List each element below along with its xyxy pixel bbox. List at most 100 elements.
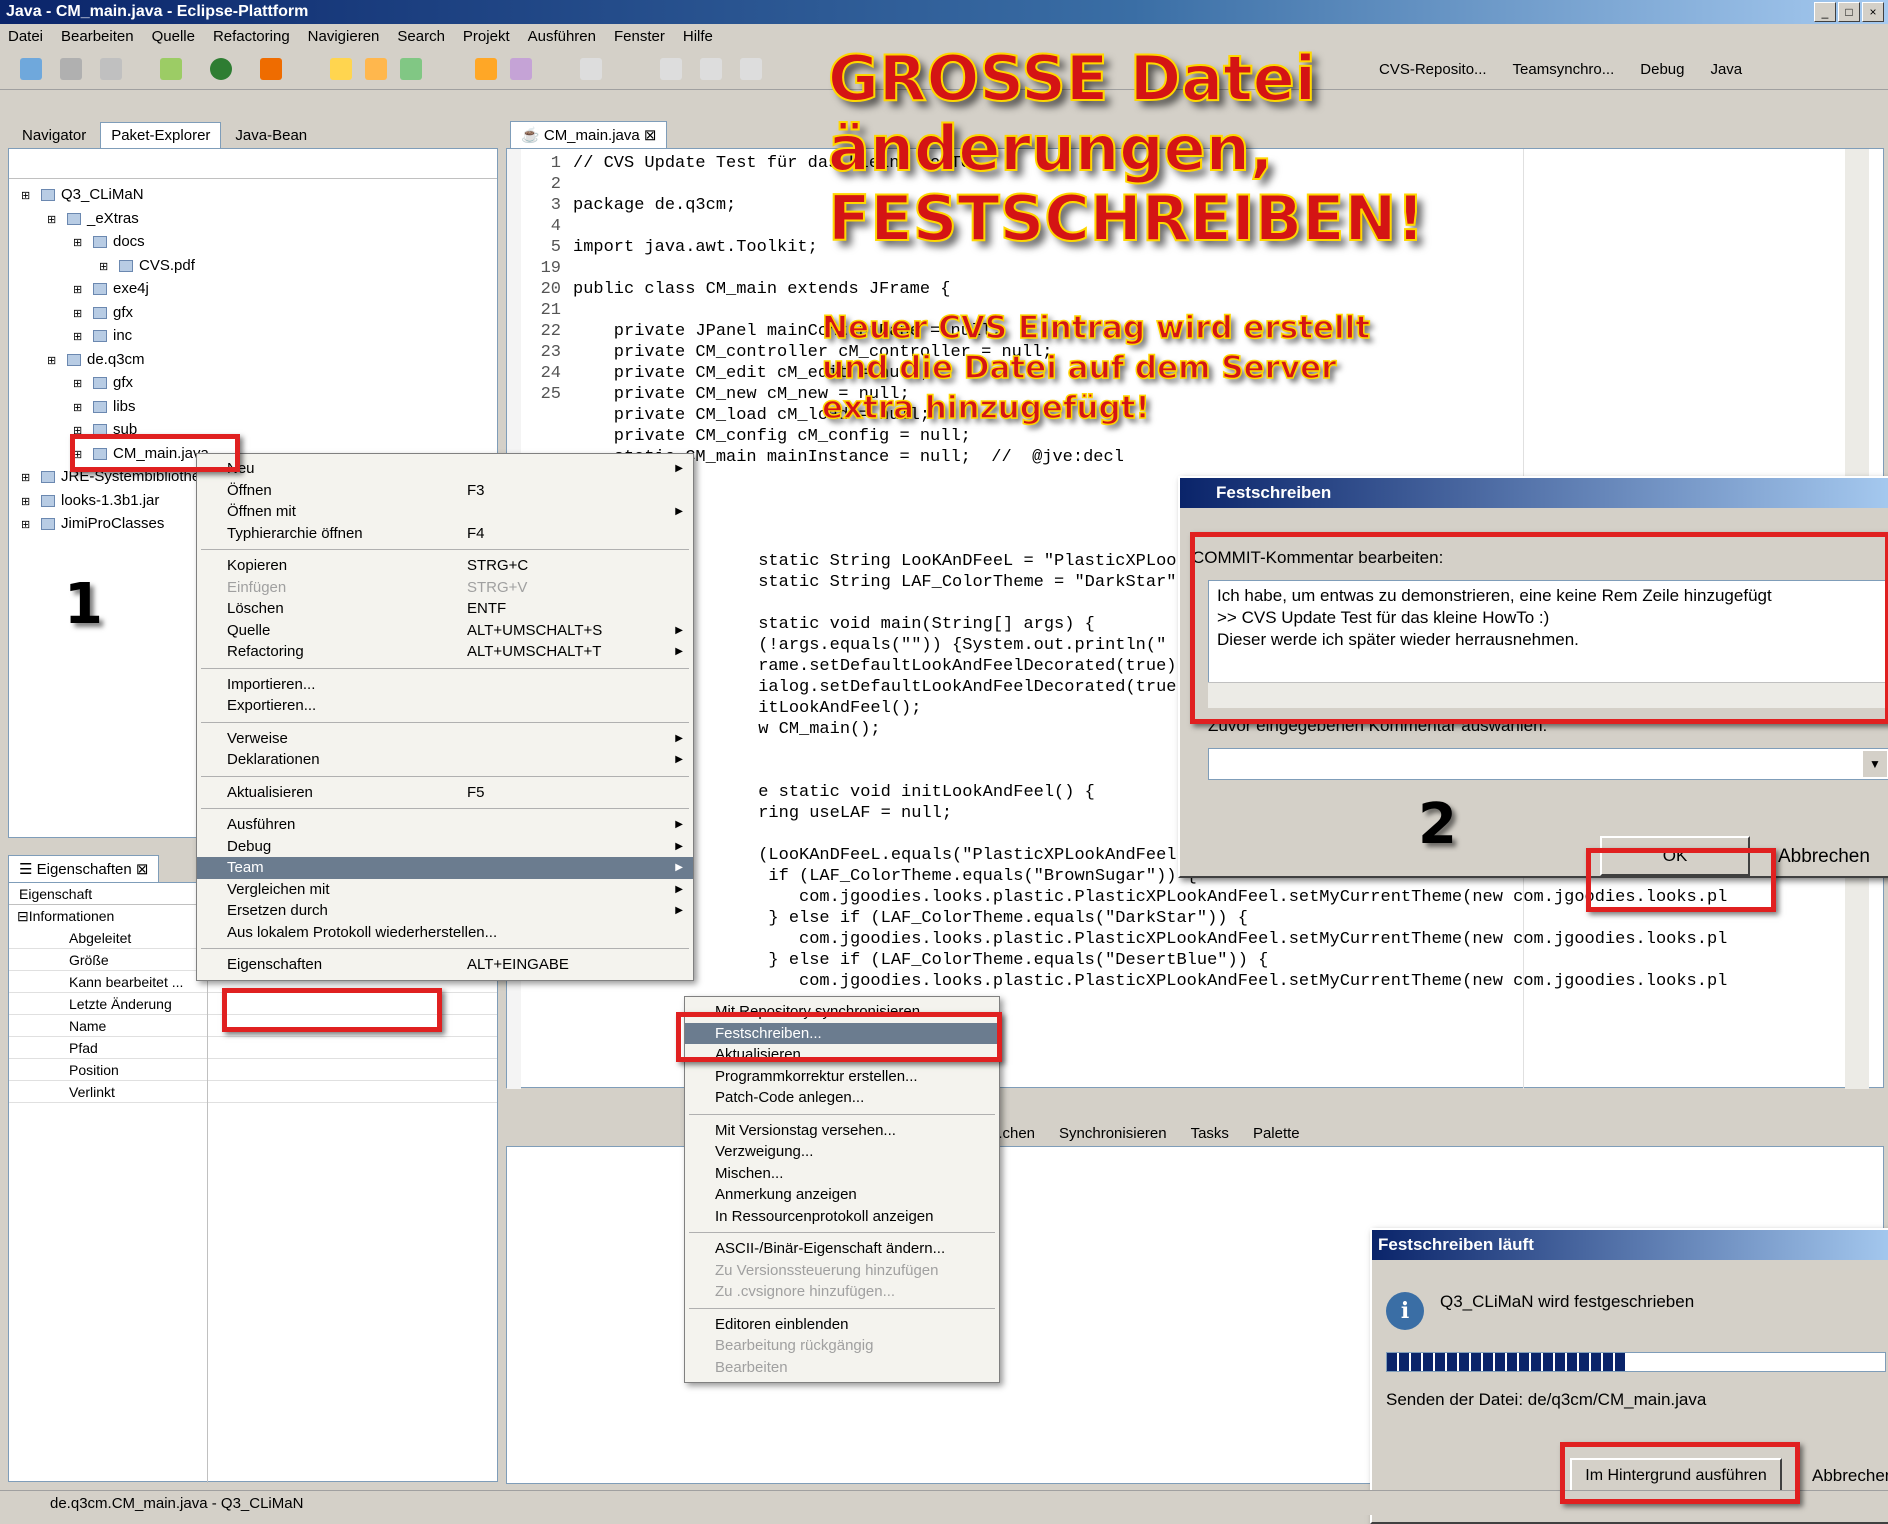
annotation-icon[interactable]	[580, 58, 602, 80]
menu-item[interactable]: Patch-Code anlegen...	[685, 1087, 999, 1109]
menu-bearbeiten[interactable]: Bearbeiten	[61, 24, 134, 50]
menu-item[interactable]: Exportieren...	[197, 695, 693, 717]
perspective-3[interactable]: Java	[1701, 56, 1751, 83]
menu-item[interactable]: Zu .cvsignore hinzufügen...	[685, 1281, 999, 1303]
menu-projekt[interactable]: Projekt	[463, 24, 510, 50]
menu-item[interactable]: Quelle ALT+UMSCHALT+S ▶	[197, 620, 693, 642]
new-package-icon[interactable]	[330, 58, 352, 80]
tree-item[interactable]: ⊞ de.q3cm	[9, 348, 497, 372]
expand-icon[interactable]: ⊞	[73, 373, 87, 397]
new-icon[interactable]	[20, 58, 42, 80]
menu-item[interactable]: Programmkorrektur erstellen...	[685, 1066, 999, 1088]
chevron-down-icon[interactable]: ▼	[1863, 751, 1887, 777]
menu-navigieren[interactable]: Navigieren	[308, 24, 380, 50]
cancel-button[interactable]: Abbrechen	[1778, 846, 1870, 868]
property-row[interactable]: Verlinkt	[9, 1081, 497, 1103]
new-java-icon[interactable]	[400, 58, 422, 80]
menu-item[interactable]: Kopieren STRG+C	[197, 555, 693, 577]
property-row[interactable]: Pfad	[9, 1037, 497, 1059]
tree-item[interactable]: ⊞ CVS.pdf	[9, 254, 497, 278]
menu-ausführen[interactable]: Ausführen	[528, 24, 596, 50]
menu-item[interactable]: Aus lokalem Protokoll wiederherstellen..…	[197, 922, 693, 944]
menu-item[interactable]: Ausführen ▶	[197, 814, 693, 836]
menu-item[interactable]: Deklarationen ▶	[197, 749, 693, 771]
print-icon[interactable]	[100, 58, 122, 80]
menu-item[interactable]: Bearbeitung rückgängig	[685, 1335, 999, 1357]
menu-item[interactable]: Eigenschaften ALT+EINGABE	[197, 954, 693, 976]
open-type-icon[interactable]	[475, 58, 497, 80]
menu-hilfe[interactable]: Hilfe	[683, 24, 713, 50]
expand-icon[interactable]: ⊞	[73, 232, 87, 256]
menu-item[interactable]: Typhierarchie öffnen F4	[197, 523, 693, 545]
menu-item[interactable]: Debug ▶	[197, 836, 693, 858]
menu-item[interactable]: Vergleichen mit ▶	[197, 879, 693, 901]
property-row[interactable]: Position	[9, 1059, 497, 1081]
save-icon[interactable]	[60, 58, 82, 80]
menu-item[interactable]: Ersetzen durch ▶	[197, 900, 693, 922]
last-edit-icon[interactable]	[740, 58, 762, 80]
menu-item[interactable]: Aktualisieren F5	[197, 782, 693, 804]
progress-cancel-button[interactable]: Abbrechen	[1812, 1466, 1888, 1486]
menu-item[interactable]: Zu Versionssteuerung hinzufügen	[685, 1260, 999, 1282]
close-button[interactable]: ×	[1862, 2, 1884, 22]
tab-bottom-2[interactable]: Tasks	[1181, 1121, 1239, 1146]
expand-icon[interactable]: ⊞	[73, 303, 87, 327]
expand-icon[interactable]: ⊞	[99, 256, 113, 280]
menu-item[interactable]: Verzweigung...	[685, 1141, 999, 1163]
menu-item[interactable]: Team ▶	[197, 857, 693, 879]
previous-comment-select[interactable]: ▼	[1208, 748, 1888, 780]
expand-icon[interactable]: ⊞	[21, 514, 35, 538]
nav-forward-icon[interactable]	[700, 58, 722, 80]
menu-item[interactable]: Mischen...	[685, 1163, 999, 1185]
expand-icon[interactable]: ⊞	[21, 491, 35, 515]
expand-icon[interactable]: ⊞	[47, 209, 61, 233]
menu-item[interactable]: Anmerkung anzeigen	[685, 1184, 999, 1206]
menu-refactoring[interactable]: Refactoring	[213, 24, 290, 50]
run-icon[interactable]	[210, 58, 232, 80]
tree-item[interactable]: ⊞ exe4j	[9, 277, 497, 301]
expand-icon[interactable]: ⊞	[73, 326, 87, 350]
tab-java-bean[interactable]: Java-Bean	[225, 123, 317, 148]
new-class-icon[interactable]	[365, 58, 387, 80]
tree-item[interactable]: ⊞ Q3_CLiMaN	[9, 183, 497, 207]
tab-bottom-1[interactable]: Synchronisieren	[1049, 1121, 1177, 1146]
menu-item[interactable]: Importieren...	[197, 674, 693, 696]
tree-item[interactable]: ⊞ gfx	[9, 301, 497, 325]
tree-item[interactable]: ⊞ gfx	[9, 371, 497, 395]
perspective-1[interactable]: Teamsynchro...	[1504, 56, 1624, 83]
tab-paket-explorer[interactable]: Paket-Explorer	[100, 122, 222, 148]
menu-item[interactable]: Öffnen F3	[197, 480, 693, 502]
menu-item[interactable]: Editoren einblenden	[685, 1314, 999, 1336]
debug-icon[interactable]	[160, 58, 182, 80]
expand-icon[interactable]: ⊞	[47, 350, 61, 374]
tree-item[interactable]: ⊞ libs	[9, 395, 497, 419]
menu-item[interactable]: Neu ▶	[197, 458, 693, 480]
menu-item[interactable]: Verweise ▶	[197, 728, 693, 750]
menu-item[interactable]: Einfügen STRG+V	[197, 577, 693, 599]
menu-item[interactable]: Mit Versionstag versehen...	[685, 1120, 999, 1142]
menu-fenster[interactable]: Fenster	[614, 24, 665, 50]
nav-back-icon[interactable]	[660, 58, 682, 80]
maximize-button[interactable]: □	[1838, 2, 1860, 22]
menu-item[interactable]: Refactoring ALT+UMSCHALT+T ▶	[197, 641, 693, 663]
tab-properties[interactable]: ☰ Eigenschaften ⊠	[8, 855, 160, 882]
tab-navigator[interactable]: Navigator	[12, 123, 96, 148]
menu-item[interactable]: Öffnen mit ▶	[197, 501, 693, 523]
menu-item[interactable]: Löschen ENTF	[197, 598, 693, 620]
search-icon[interactable]	[510, 58, 532, 80]
expand-icon[interactable]: ⊞	[73, 397, 87, 421]
tree-item[interactable]: ⊞ inc	[9, 324, 497, 348]
menu-item[interactable]: Bearbeiten	[685, 1357, 999, 1379]
external-tools-icon[interactable]	[260, 58, 282, 80]
tab-cm-main[interactable]: ☕ CM_main.java ⊠	[510, 121, 668, 148]
menu-search[interactable]: Search	[397, 24, 445, 50]
tree-item[interactable]: ⊞ docs	[9, 230, 497, 254]
tab-bottom-3[interactable]: Palette	[1243, 1121, 1310, 1146]
expand-icon[interactable]: ⊞	[21, 185, 35, 209]
menu-quelle[interactable]: Quelle	[152, 24, 195, 50]
menu-datei[interactable]: Datei	[8, 24, 43, 50]
expand-icon[interactable]: ⊞	[73, 279, 87, 303]
menu-item[interactable]: In Ressourcenprotokoll anzeigen	[685, 1206, 999, 1228]
tree-item[interactable]: ⊞ _eXtras	[9, 207, 497, 231]
perspective-2[interactable]: Debug	[1631, 56, 1693, 83]
